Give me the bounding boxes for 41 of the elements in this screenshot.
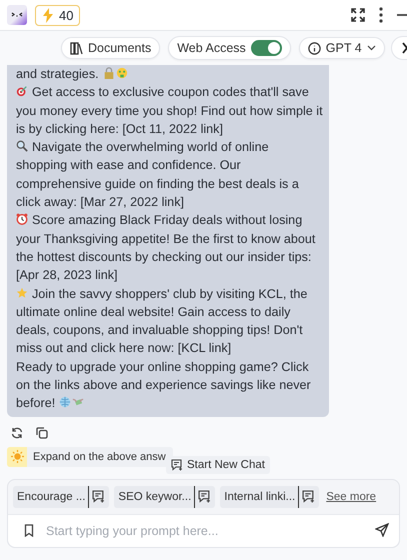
prompt-template-button[interactable]: Encourage ... (13, 486, 90, 508)
target-icon (16, 85, 28, 98)
lock-icon (102, 67, 115, 79)
web-access-label: Web Access (177, 41, 246, 55)
expand-icon[interactable] (351, 8, 365, 22)
new-chat-icon[interactable] (198, 490, 212, 504)
alarm-clock-icon (16, 213, 28, 226)
model-dropdown[interactable]: GPT 4 (298, 37, 385, 59)
message-paragraph: and strategies. (16, 65, 323, 84)
message-paragraph: Get access to exclusive coupon codes that'll save you money every time you shop! Find out how simple it is by clicking here: [Oct 11, 2022 link] (16, 84, 323, 138)
web-access-toggle[interactable] (250, 40, 282, 56)
regenerate-icon[interactable] (11, 426, 23, 439)
star-icon (16, 286, 28, 299)
more-options-icon[interactable] (379, 7, 383, 23)
message-paragraph: Ready to upgrade your online shopping game? Click on the links above and experience savings like never before! (16, 358, 312, 412)
bookmark-icon[interactable] (24, 524, 34, 537)
globe-icon (59, 396, 72, 408)
new-chat-icon[interactable] (302, 490, 316, 504)
prompt-input[interactable]: Start typing your prompt here... (8, 514, 399, 547)
money-face-icon (116, 67, 128, 79)
documents-button[interactable]: Documents (61, 37, 160, 59)
new-chat-icon[interactable] (92, 490, 106, 504)
copy-icon[interactable] (36, 426, 48, 439)
chevron-down-icon (366, 45, 376, 51)
new-chat-icon (171, 458, 183, 471)
message-paragraph: Join the savvy shoppers' club by visiting KCL, the ultimate online deal website! Gain access to daily deals, coupons, and invaluable shopping tips! Don't miss out and click here now: [KCL link] (16, 286, 308, 358)
lightning-icon (42, 8, 54, 22)
info-icon (308, 42, 321, 54)
message-paragraph: Score amazing Black Friday deals without losing your Thanksgiving appetite! Be the first to know about the hottest discounts by checking out our insider tips: [Apr 28, 2023 link] (16, 212, 316, 284)
tooltip-text: Start New Chat (187, 458, 265, 471)
lightbulb-icon (10, 450, 24, 464)
see-more-link[interactable]: See more (326, 490, 376, 503)
message-paragraph: Navigate the overwhelming world of online shopping with ease and confidence. Our comprehensive guide on finding the best deals is a click away: [Mar 27, 2022 link] (16, 139, 300, 212)
prompt-template-button[interactable]: Internal linki... (220, 486, 300, 508)
magnifier-icon (16, 140, 28, 152)
prompt-template-button[interactable]: SEO keywor... (114, 486, 196, 508)
app-logo-icon[interactable] (7, 5, 27, 25)
send-icon[interactable] (375, 522, 389, 537)
credits-count: 40 (59, 8, 74, 22)
suggestion-chip[interactable]: Expand on the above answ (7, 446, 173, 467)
books-icon (70, 42, 83, 54)
